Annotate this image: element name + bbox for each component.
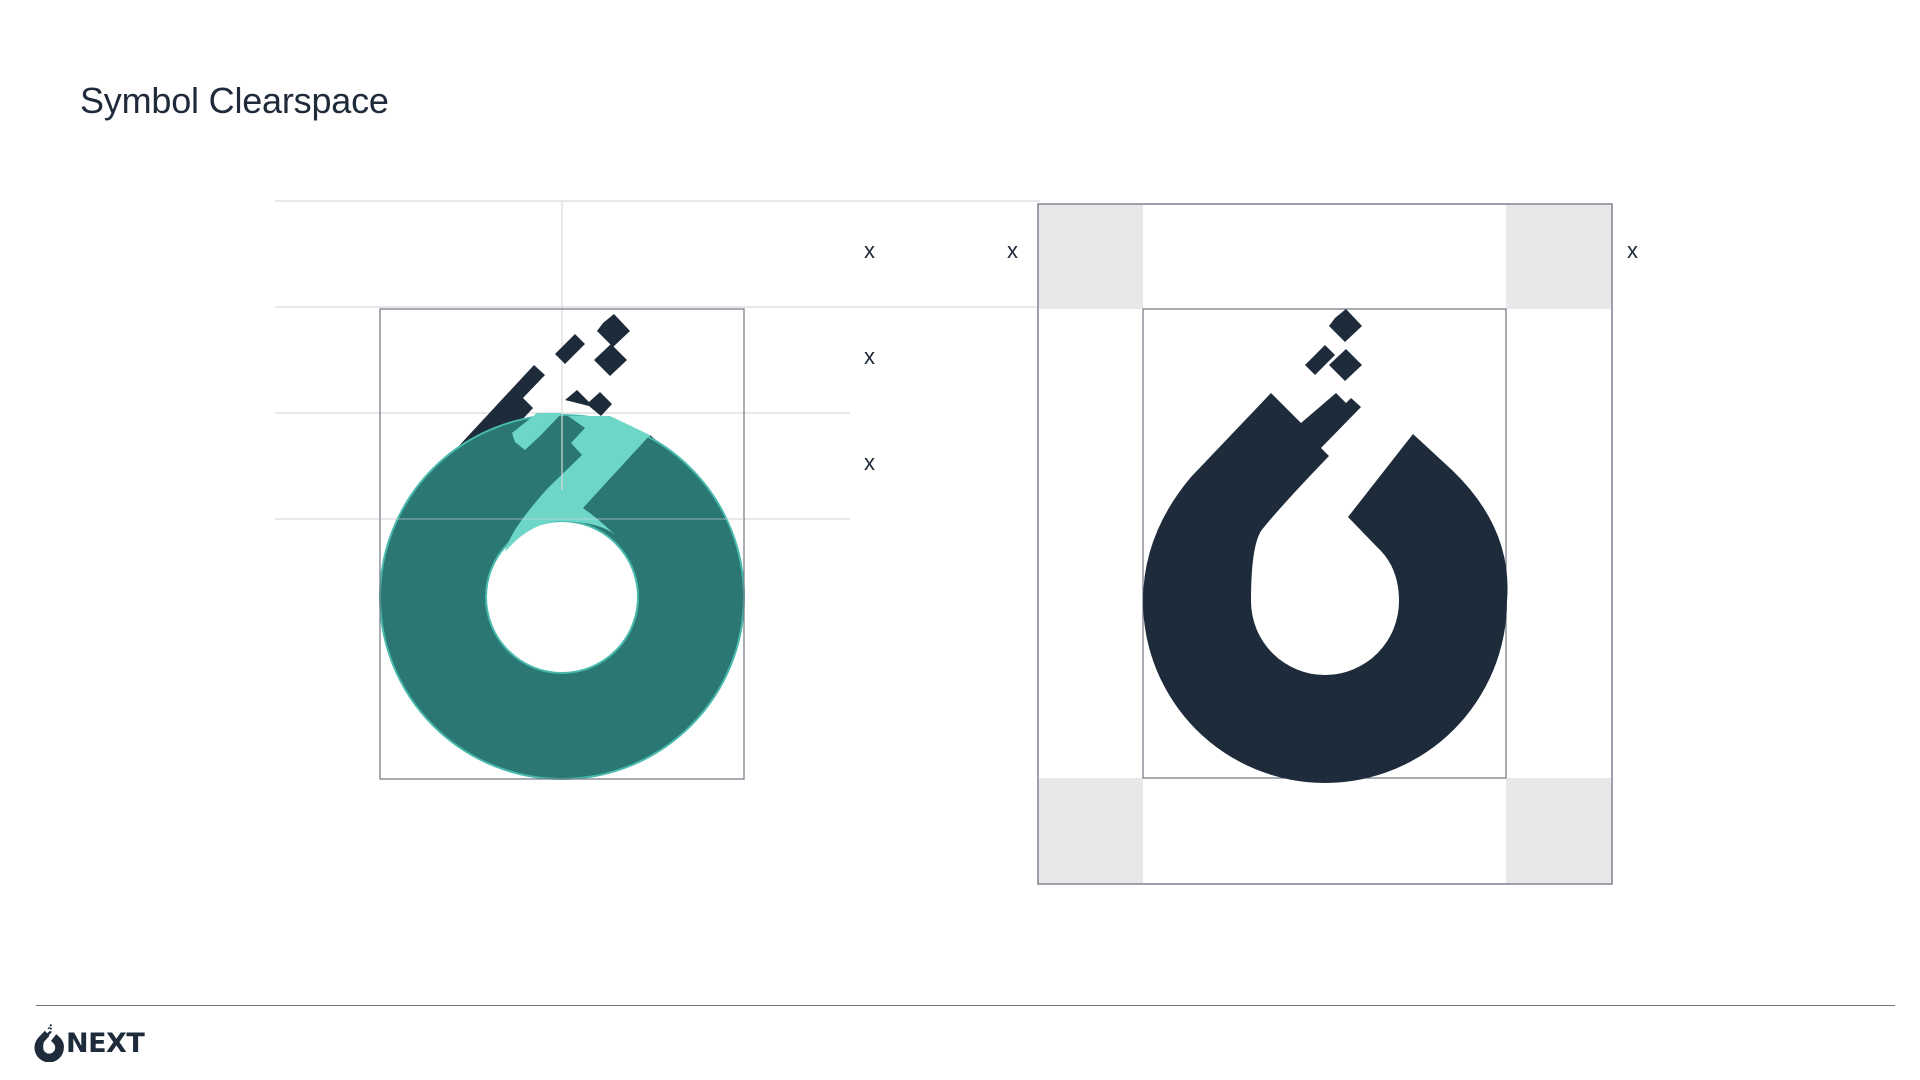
unit-label-5: x (1627, 238, 1638, 263)
brand-wordmark: NEXT (66, 1027, 145, 1059)
unit-label-3: x (864, 450, 875, 475)
clearspace-corner-bottom-right (1506, 778, 1612, 884)
clearspace-corner-top-right (1506, 204, 1612, 309)
unit-label-4: x (1007, 238, 1018, 263)
clearspace-corner-bottom-left (1038, 778, 1143, 884)
clearspace-corner-top-left (1038, 204, 1143, 309)
unit-label-2: x (864, 344, 875, 369)
footer-logo: NEXT (34, 1024, 145, 1062)
footer-divider (36, 1005, 1895, 1006)
unit-label-1: x (864, 238, 875, 263)
onext-droplet-icon (34, 1024, 64, 1062)
clearspace-diagram (275, 200, 1613, 885)
